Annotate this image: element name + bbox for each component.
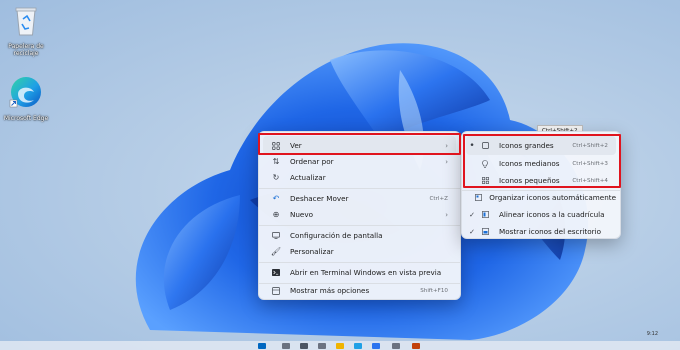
checkmark-icon: ✓ xyxy=(469,210,475,219)
edge-label: Microsoft Edge xyxy=(3,115,49,122)
recycle-bin-icon xyxy=(15,7,37,36)
chevron-right-icon: › xyxy=(445,157,448,166)
edge-taskbar-icon[interactable] xyxy=(354,343,362,349)
submenu-item-label: Alinear iconos a la cuadrícula xyxy=(499,210,605,219)
search-icon[interactable] xyxy=(282,343,290,349)
start-icon[interactable] xyxy=(258,343,266,349)
submenu-item-label: Organizar iconos automáticamente xyxy=(489,193,616,202)
undo-icon: ↶ xyxy=(272,194,280,203)
widgets-icon[interactable] xyxy=(318,343,326,349)
auto-arrange-icon xyxy=(475,194,483,201)
task-view-icon[interactable] xyxy=(300,343,308,349)
taskbar-app-icon[interactable] xyxy=(392,343,400,349)
menu-item-shortcut: Shift+F10 xyxy=(420,287,448,294)
menu-item-label: Deshacer Mover xyxy=(290,194,349,203)
submenu-item-mostrar-iconos[interactable]: ✓ Mostrar iconos del escritorio xyxy=(466,222,616,241)
desktop-icon-recycle-bin[interactable]: Papelera de reciclaje xyxy=(0,2,52,57)
refresh-icon: ↻ xyxy=(272,173,280,182)
menu-item-shortcut: Ctrl+Z xyxy=(429,195,448,202)
new-icon: ⊕ xyxy=(272,210,280,219)
edge-icon xyxy=(9,77,41,108)
desktop-context-menu: Ver › ⇅ Ordenar por › ↻ Actualizar ↶ Des… xyxy=(258,131,461,300)
file-explorer-icon[interactable] xyxy=(336,343,344,349)
menu-item-label: Configuración de pantalla xyxy=(290,231,383,240)
menu-item-mostrar-mas-opciones[interactable]: Mostrar más opciones Shift+F10 xyxy=(263,281,456,300)
menu-item-label: Ordenar por xyxy=(290,157,334,166)
store-icon[interactable] xyxy=(372,343,380,349)
menu-item-label: Nuevo xyxy=(290,210,314,219)
menu-item-personalizar[interactable]: 🖌 Personalizar xyxy=(263,242,456,261)
display-icon xyxy=(269,232,283,239)
clock[interactable]: 9:12 xyxy=(647,331,658,337)
menu-item-actualizar[interactable]: ↻ Actualizar xyxy=(263,168,456,187)
menu-item-abrir-terminal[interactable]: Abrir en Terminal Windows en vista previ… xyxy=(263,263,456,282)
desktop-icons-icon xyxy=(478,228,492,235)
menu-item-nuevo[interactable]: ⊕ Nuevo › xyxy=(263,205,456,224)
terminal-icon xyxy=(269,269,283,276)
highlight-ver xyxy=(258,133,461,155)
menu-item-label: Personalizar xyxy=(290,247,334,256)
sort-icon: ⇅ xyxy=(272,157,280,166)
taskbar: 9:12 xyxy=(0,331,680,350)
office-icon[interactable] xyxy=(412,343,420,349)
more-options-icon xyxy=(269,286,283,295)
recycle-bin-label: Papelera de reciclaje xyxy=(8,43,44,57)
menu-item-label: Abrir en Terminal Windows en vista previ… xyxy=(290,268,442,277)
menu-item-label: Mostrar más opciones xyxy=(290,286,370,295)
highlight-icon-sizes xyxy=(463,134,621,188)
chevron-right-icon: › xyxy=(445,210,448,219)
align-grid-icon xyxy=(478,211,492,218)
submenu-item-label: Mostrar iconos del escritorio xyxy=(499,227,601,236)
menu-item-label: Actualizar xyxy=(290,173,326,182)
checkmark-icon: ✓ xyxy=(469,227,475,236)
desktop-icon-edge[interactable]: Microsoft Edge xyxy=(0,74,52,122)
brush-icon: 🖌 xyxy=(270,247,282,256)
